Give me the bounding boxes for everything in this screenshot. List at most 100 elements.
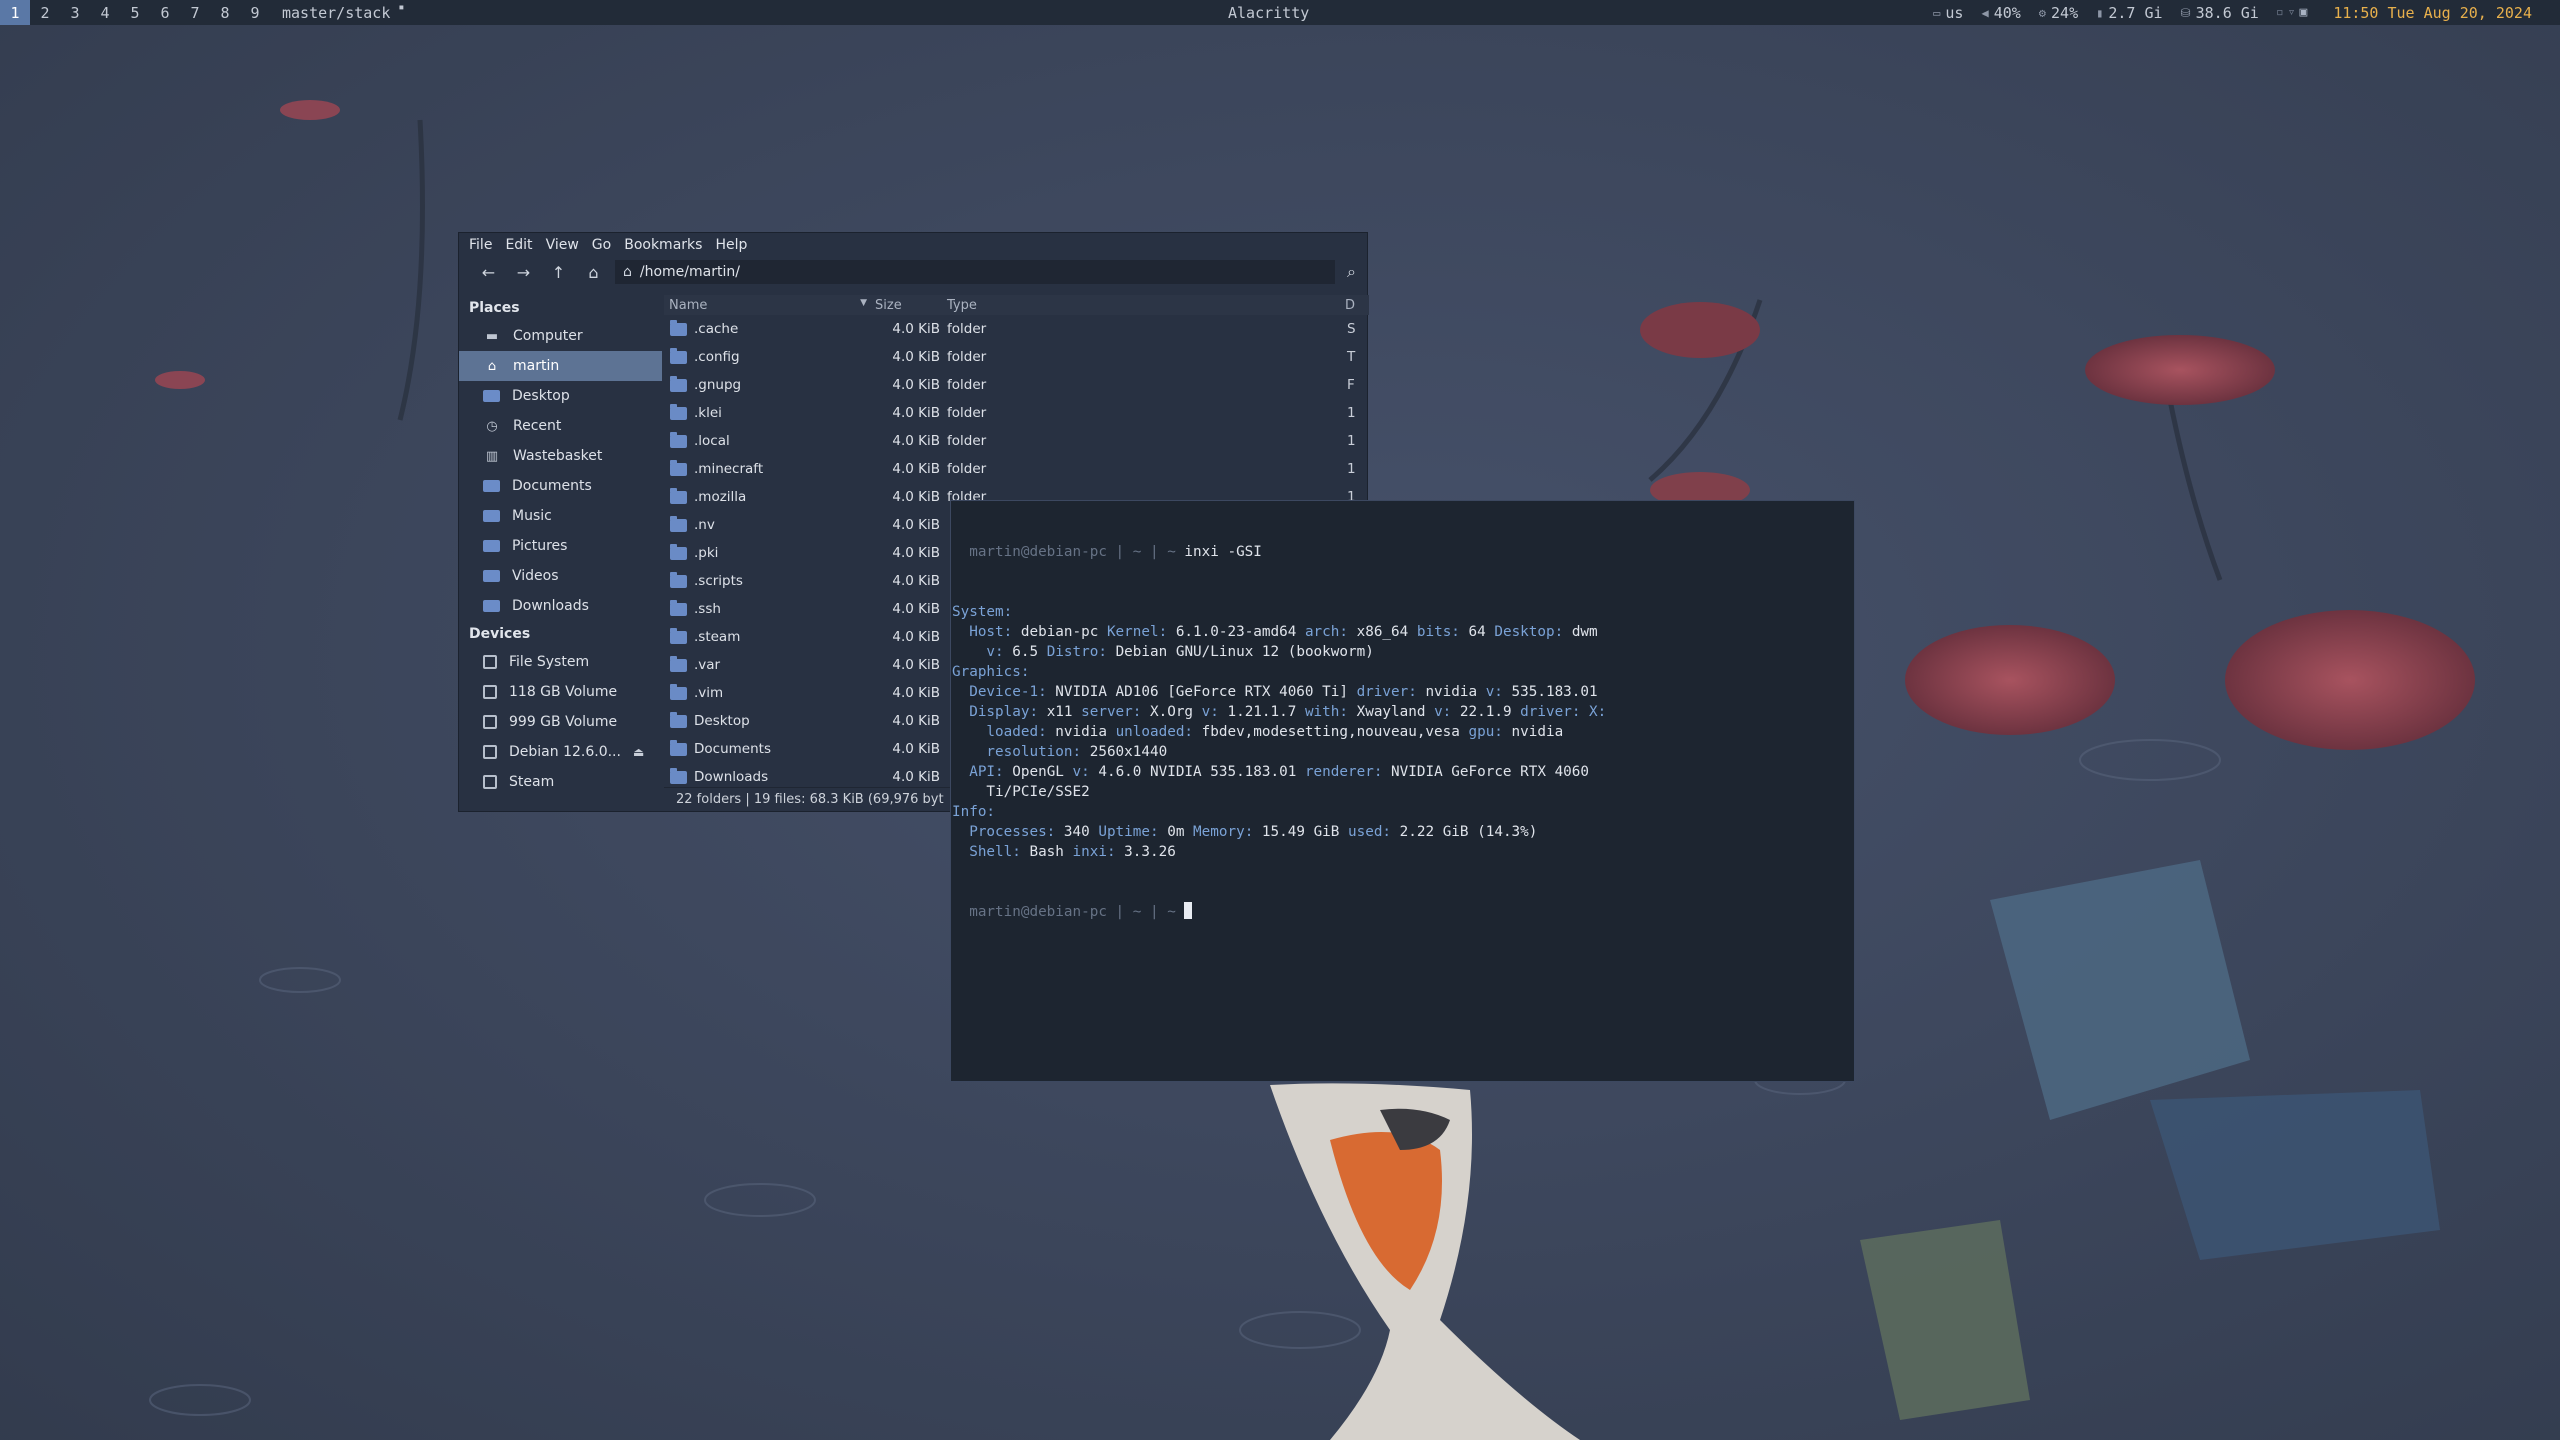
tag-2[interactable]: 2 [30, 0, 60, 25]
file-row[interactable]: .config 4.0 KiB folder T [664, 343, 1369, 371]
drive-icon [483, 655, 497, 669]
cpu-value: 24% [2051, 3, 2079, 22]
file-name: .var [694, 657, 721, 673]
menu-view[interactable]: View [546, 237, 579, 253]
sidebar-item-steam[interactable]: Steam [459, 767, 662, 797]
up-arrow-icon[interactable]: ↑ [541, 263, 576, 282]
sidebar-item-desktop[interactable]: Desktop [459, 381, 662, 411]
layout-indicator[interactable]: master/stack [282, 4, 390, 22]
folder-icon [670, 347, 687, 364]
sidebar-item-wastebasket[interactable]: ▥ Wastebasket [459, 441, 662, 471]
terminal-key: Desktop: [1494, 624, 1572, 640]
menu-bookmarks[interactable]: Bookmarks [624, 237, 702, 253]
shield-icon[interactable]: ▿ [2288, 5, 2300, 20]
file-row[interactable]: .gnupg 4.0 KiB folder F [664, 371, 1369, 399]
sidebar-item-pictures[interactable]: Pictures [459, 531, 662, 561]
terminal-command: inxi -GSI [1184, 544, 1262, 560]
sidebar-item-118gb-volume[interactable]: 118 GB Volume [459, 677, 662, 707]
column-header-name[interactable]: Name ▼ [664, 298, 875, 313]
documents-folder-icon [483, 480, 500, 492]
terminal-value: 6.5 [1012, 644, 1047, 660]
menu-edit[interactable]: Edit [505, 237, 532, 253]
file-size: 4.0 KiB [892, 321, 940, 337]
sidebar-item-999gb-volume[interactable]: 999 GB Volume [459, 707, 662, 737]
sidebar-item-computer[interactable]: ▬ Computer [459, 321, 662, 351]
terminal-value: Bash [1029, 844, 1073, 860]
terminal-value: 6.1.0-23-amd64 [1175, 624, 1305, 640]
file-row[interactable]: .local 4.0 KiB folder 1 [664, 427, 1369, 455]
sidebar-item-debian-media[interactable]: Debian 12.6.0... ⏏ [459, 737, 662, 767]
file-row[interactable]: .minecraft 4.0 KiB folder 1 [664, 455, 1369, 483]
file-size: 4.0 KiB [892, 657, 940, 673]
prompt-user-host: martin@debian-pc [969, 904, 1107, 920]
terminal-value: nvidia [1055, 724, 1116, 740]
file-date: T [1347, 349, 1356, 365]
eject-icon[interactable]: ⏏ [633, 745, 644, 759]
terminal-key: driver: X: [1520, 704, 1607, 720]
file-row[interactable]: .cache 4.0 KiB folder S [664, 315, 1369, 343]
terminal-window[interactable]: martin@debian-pc | ~ | ~ inxi -GSI Syste… [950, 500, 1855, 1082]
sidebar-item-videos[interactable]: Videos [459, 561, 662, 591]
terminal-output-line: System: [952, 602, 1854, 622]
tag-list: 1 2 3 4 5 6 7 8 9 [0, 0, 270, 25]
forward-arrow-icon[interactable]: → [506, 263, 541, 282]
tag-4[interactable]: 4 [90, 0, 120, 25]
sidebar-item-martin[interactable]: ⌂ martin [459, 351, 662, 381]
sidebar-item-downloads[interactable]: Downloads [459, 591, 662, 621]
column-header-size[interactable]: Size [875, 298, 945, 313]
search-icon[interactable]: ⌕ [1347, 262, 1356, 282]
devices-heading: Devices [469, 626, 531, 642]
column-header-date[interactable]: D [1345, 298, 1365, 313]
column-header-name-label: Name [669, 297, 708, 313]
home-icon: ⌂ [487, 358, 497, 374]
location-bar[interactable]: ⌂ /home/martin/ [615, 260, 1335, 284]
home-icon[interactable]: ⌂ [576, 263, 611, 282]
terminal-key: v: [1485, 684, 1512, 700]
terminal-key: with: [1304, 704, 1357, 720]
monitor-icon[interactable]: ▣ [2299, 5, 2311, 20]
trash-icon: ▥ [485, 448, 499, 464]
column-header-type[interactable]: Type [945, 298, 1345, 313]
sidebar-item-file-system[interactable]: File System [459, 647, 662, 677]
toolbar: ← → ↑ ⌂ ⌂ /home/martin/ ⌕ [459, 257, 1367, 287]
folder-icon [670, 487, 687, 504]
menu-file[interactable]: File [469, 237, 492, 253]
file-row[interactable]: .klei 4.0 KiB folder 1 [664, 399, 1369, 427]
lock-icon[interactable]: ▫ [2276, 5, 2288, 20]
terminal-value: nvidia [1425, 684, 1486, 700]
back-arrow-icon[interactable]: ← [471, 263, 506, 282]
menu-go[interactable]: Go [592, 237, 611, 253]
terminal-key: unloaded: [1115, 724, 1202, 740]
tag-6[interactable]: 6 [150, 0, 180, 25]
terminal-key: Memory: [1193, 824, 1262, 840]
top-status-bar: 1 2 3 4 5 6 7 8 9 master/stack ▪ Alacrit… [0, 0, 2560, 25]
file-size: 4.0 KiB [892, 629, 940, 645]
folder-icon [670, 459, 687, 476]
tray-icons: ▫▿▣ [2268, 5, 2319, 20]
terminal-key: Kernel: [1106, 624, 1176, 640]
terminal-prompt-line: martin@debian-pc | ~ | ~ [952, 902, 1854, 922]
tag-3[interactable]: 3 [60, 0, 90, 25]
disk-icon: ⛁ [2180, 5, 2191, 20]
file-size: 4.0 KiB [892, 349, 940, 365]
tag-7[interactable]: 7 [180, 0, 210, 25]
tag-9[interactable]: 9 [240, 0, 270, 25]
tag-1[interactable]: 1 [0, 0, 30, 25]
file-size: 4.0 KiB [892, 545, 940, 561]
file-type: folder [947, 405, 987, 421]
sidebar-item-music[interactable]: Music [459, 501, 662, 531]
terminal-prompt: martin@debian-pc | ~ | ~ [952, 544, 1184, 560]
tag-8[interactable]: 8 [210, 0, 240, 25]
file-name: .cache [694, 321, 739, 337]
sidebar-item-recent[interactable]: ◷ Recent [459, 411, 662, 441]
memory-icon: ▮ [2096, 5, 2104, 20]
list-header: Name ▼ Size Type D [664, 295, 1369, 315]
drive-icon [483, 685, 497, 699]
file-size: 4.0 KiB [892, 769, 940, 785]
file-name: .gnupg [694, 377, 742, 393]
file-size: 4.0 KiB [892, 517, 940, 533]
sidebar-item-documents[interactable]: Documents [459, 471, 662, 501]
tag-5[interactable]: 5 [120, 0, 150, 25]
menu-help[interactable]: Help [715, 237, 747, 253]
terminal-value: nvidia [1511, 724, 1564, 740]
